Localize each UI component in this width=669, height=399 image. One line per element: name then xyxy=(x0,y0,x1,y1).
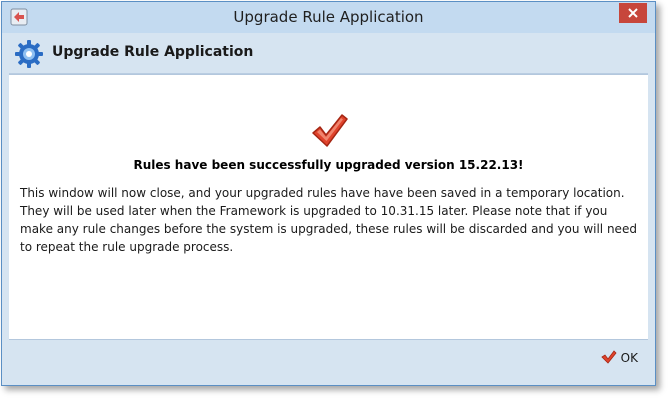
close-button[interactable] xyxy=(619,3,647,23)
success-headline: Rules have been successfully upgraded ve… xyxy=(133,158,524,172)
ok-label: OK xyxy=(620,351,638,365)
checkmark-icon xyxy=(309,113,349,149)
dialog-window: Upgrade Rule Application Upgrade Rule Ap… xyxy=(1,1,656,386)
dialog-header: Upgrade Rule Application xyxy=(9,34,648,74)
title-bar[interactable]: Upgrade Rule Application xyxy=(2,2,655,33)
window-title: Upgrade Rule Application xyxy=(233,8,424,26)
checkmark-icon xyxy=(601,349,617,367)
close-icon xyxy=(628,8,638,18)
header-title: Upgrade Rule Application xyxy=(52,44,254,60)
gear-icon xyxy=(14,39,44,69)
dialog-footer: OK xyxy=(9,339,648,379)
dialog-content: Rules have been successfully upgraded ve… xyxy=(9,74,648,340)
message-text: This window will now close, and your upg… xyxy=(20,186,637,254)
ok-button[interactable]: OK xyxy=(595,347,644,369)
